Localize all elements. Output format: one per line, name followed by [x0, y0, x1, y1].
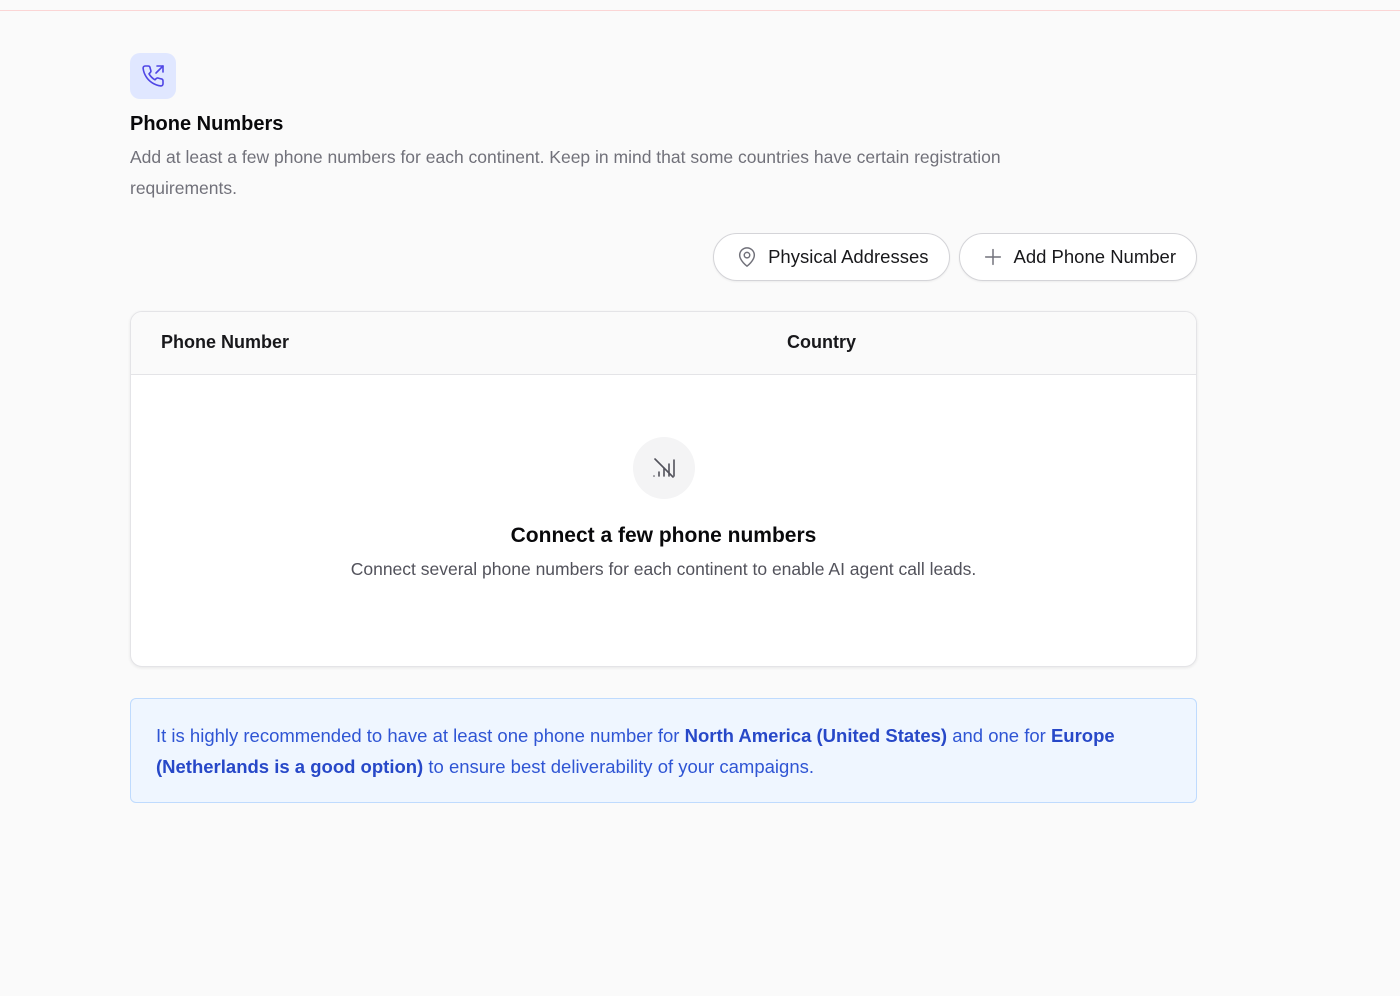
- notice-north-america: North America (United States): [684, 725, 948, 746]
- empty-state-description: Connect several phone numbers for each c…: [350, 559, 977, 579]
- recommendation-notice: It is highly recommended to have at leas…: [130, 698, 1197, 803]
- phone-outgoing-icon: [130, 53, 176, 99]
- notice-text-1: It is highly recommended to have at leas…: [156, 725, 685, 746]
- empty-state-title: Connect a few phone numbers: [510, 524, 817, 547]
- add-phone-number-button[interactable]: Add Phone Number: [958, 233, 1197, 281]
- physical-addresses-label: Physical Addresses: [768, 246, 929, 267]
- empty-state: Connect a few phone numbers Connect seve…: [131, 375, 1196, 582]
- column-header-phone-number[interactable]: Phone Number: [161, 332, 289, 353]
- phone-numbers-page: Phone Numbers Add at least a few phone n…: [130, 53, 1197, 803]
- phone-numbers-table: Phone Number Country Connect a few phone…: [130, 311, 1197, 667]
- notice-text-3: to ensure best deliverability of your ca…: [423, 756, 814, 777]
- top-bar-border: [0, 0, 1400, 11]
- notice-text-2: and one for: [947, 725, 1051, 746]
- page-description: Add at least a few phone numbers for eac…: [130, 147, 1001, 198]
- map-pin-icon: [739, 247, 756, 267]
- physical-addresses-button[interactable]: Physical Addresses: [713, 233, 950, 281]
- plus-icon: [984, 248, 1001, 266]
- add-phone-number-label: Add Phone Number: [1013, 246, 1177, 267]
- toolbar: Physical Addresses Add Phone Number: [130, 233, 1197, 281]
- page-title: Phone Numbers: [130, 113, 284, 135]
- column-header-country[interactable]: Country: [787, 332, 856, 353]
- table-header: Phone Number Country: [131, 312, 1196, 375]
- signal-off-icon: [632, 437, 695, 499]
